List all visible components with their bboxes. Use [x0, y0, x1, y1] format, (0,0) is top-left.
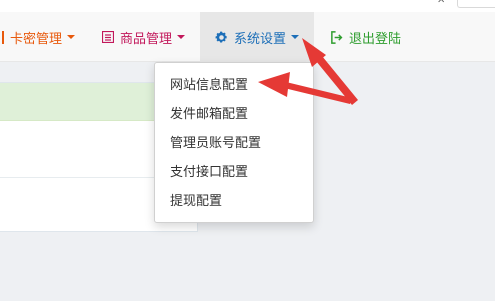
nav-goods-label: 商品管理 — [120, 31, 173, 47]
menu-item-withdraw[interactable]: 提现配置 — [155, 187, 313, 216]
nav-goods-management[interactable]: 商品管理 — [102, 12, 186, 62]
chevron-down-icon — [291, 35, 300, 39]
list-icon — [102, 31, 114, 43]
gear-icon — [215, 31, 228, 44]
chevron-down-icon — [177, 35, 186, 39]
system-settings-dropdown: 网站信息配置 发件邮箱配置 管理员账号配置 支付接口配置 提现配置 — [154, 62, 314, 223]
nav-logout[interactable]: 退出登陆 — [330, 12, 401, 62]
top-navbar: 卡密管理 商品管理 系统设置 退出登陆 — [0, 12, 495, 62]
chevron-down-icon — [67, 35, 76, 39]
top-strip: ✕ — [0, 0, 495, 12]
nav-logout-label: 退出登陆 — [349, 31, 402, 47]
menu-item-admin-account[interactable]: 管理员账号配置 — [155, 129, 313, 158]
search-field[interactable] — [457, 0, 495, 8]
logout-icon — [330, 30, 343, 44]
menu-item-sender-email[interactable]: 发件邮箱配置 — [155, 100, 313, 129]
close-icon[interactable]: ✕ — [437, 0, 445, 6]
divider-icon — [2, 30, 4, 44]
menu-item-payment-api[interactable]: 支付接口配置 — [155, 158, 313, 187]
nav-card-label: 卡密管理 — [10, 31, 63, 47]
menu-item-site-info[interactable]: 网站信息配置 — [155, 71, 313, 100]
nav-system-settings[interactable]: 系统设置 — [200, 12, 314, 62]
nav-card-management[interactable]: 卡密管理 — [0, 12, 76, 62]
nav-system-label: 系统设置 — [234, 31, 287, 47]
